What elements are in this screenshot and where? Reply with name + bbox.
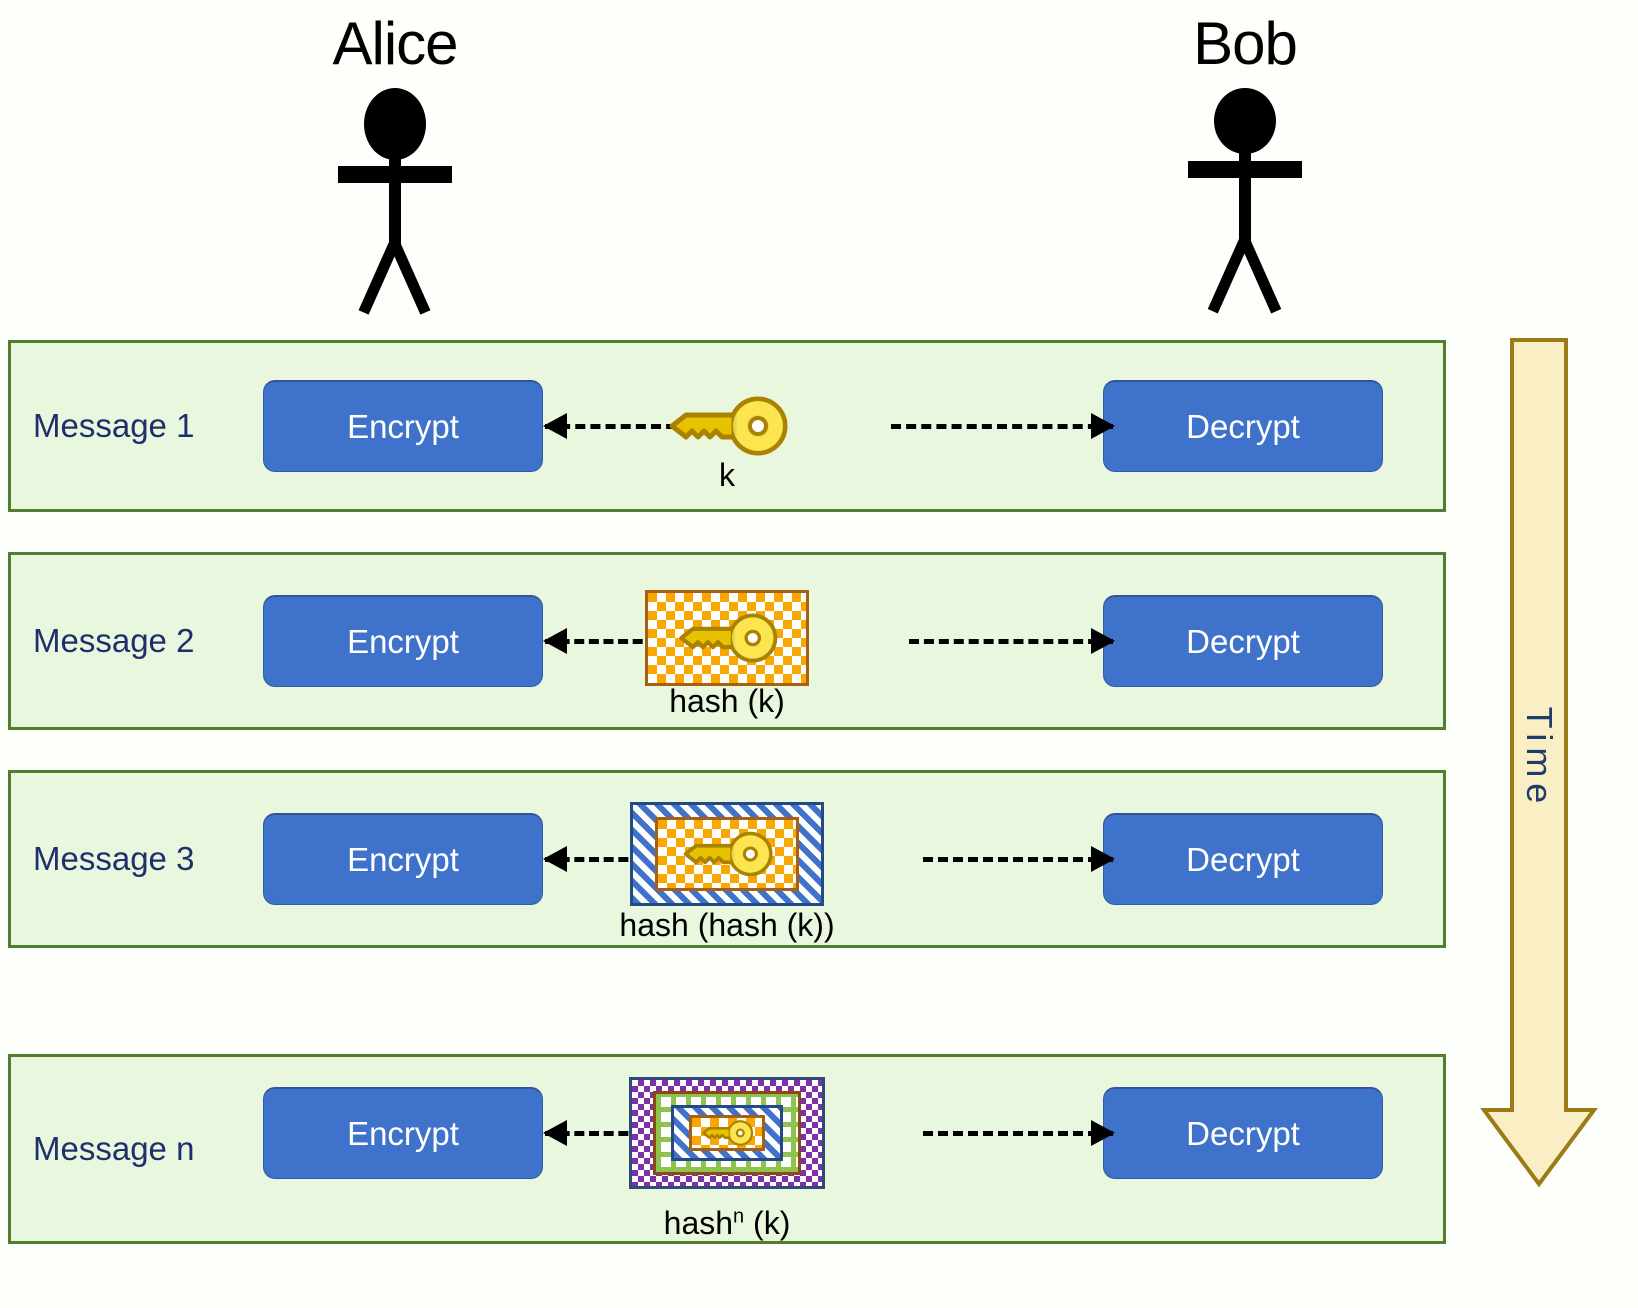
message-label: Message 3 [33, 840, 195, 877]
message-label: Message 2 [33, 622, 195, 659]
payload-hashed-key [645, 589, 809, 686]
hash-layer-blue-diagonal [671, 1105, 783, 1161]
message-row: Message 2 Encrypt Decrypt hash (k) [8, 552, 1446, 730]
encrypt-box[interactable]: Encrypt [263, 595, 543, 687]
dashed-line [909, 639, 1113, 644]
hash-layer-green-grid [653, 1091, 801, 1175]
figure-arms [338, 166, 452, 183]
key-icon [702, 1120, 754, 1146]
dashed-line [891, 424, 1113, 429]
decrypt-box[interactable]: Decrypt [1103, 595, 1383, 687]
payload-caption: hashn (k) [664, 1205, 791, 1242]
decrypt-box[interactable]: Decrypt [1103, 380, 1383, 472]
encrypt-box[interactable]: Encrypt [263, 813, 543, 905]
payload-caption: hash (k) [669, 683, 785, 720]
actor-name-bob: Bob [1193, 10, 1298, 77]
encrypt-box[interactable]: Encrypt [263, 380, 543, 472]
payload-hashed-key [630, 801, 824, 906]
stick-figure-icon [315, 88, 475, 315]
message-row: Message 3 Encrypt Decrypt hash (hash (k)… [8, 770, 1446, 948]
message-row: Message 1 Encrypt Decrypt k [8, 340, 1446, 512]
figure-head [1214, 88, 1276, 154]
decrypt-box[interactable]: Decrypt [1103, 1087, 1383, 1179]
payload-caption-superscript: n [733, 1205, 745, 1228]
hash-layer-purple-checker [629, 1077, 825, 1189]
figure-head [364, 88, 426, 160]
payload-caption-text: hash (k) [669, 683, 785, 719]
message-label: Message 1 [33, 407, 195, 444]
dashed-line [923, 857, 1113, 862]
payload-caption-text: k [719, 457, 735, 493]
figure-leg-right [389, 240, 431, 315]
time-axis: Time [1480, 338, 1598, 1258]
figure-arms [1188, 161, 1302, 178]
dashed-line [923, 1131, 1113, 1136]
payload-hashed-key [629, 1077, 825, 1189]
key-icon [679, 613, 778, 663]
encrypt-box[interactable]: Encrypt [263, 1087, 543, 1179]
message-row: Message n Encrypt Decrypt hashn (k) [8, 1054, 1446, 1244]
payload-caption-text: hash (hash (k)) [619, 907, 835, 943]
arrowhead-right [1091, 846, 1115, 872]
payload-caption: k [719, 457, 735, 494]
time-axis-label: Time [1519, 706, 1560, 810]
hash-layer-orange-checker [655, 816, 799, 891]
message-label: Message n [33, 1130, 195, 1167]
key-icon [669, 396, 788, 456]
diagram-canvas: Alice Bob Message 1 Encrypt Decrypt k Me… [0, 0, 1638, 1308]
hash-layer-orange-checker [689, 1115, 765, 1151]
arrowhead-right [1091, 628, 1115, 654]
actor-name-alice: Alice [332, 10, 458, 77]
payload-caption-text: hash [663, 1205, 734, 1241]
hash-layer-blue-diagonal [630, 801, 824, 906]
arrowhead-right [1091, 1120, 1115, 1146]
actor-bob: Bob [1095, 10, 1395, 314]
key-icon [683, 831, 773, 877]
arrowhead-right [1091, 413, 1115, 439]
payload-key [662, 391, 792, 461]
decrypt-box[interactable]: Decrypt [1103, 813, 1383, 905]
stick-figure-icon [1165, 88, 1325, 314]
actor-alice: Alice [245, 10, 545, 315]
payload-caption-tail: (k) [744, 1205, 791, 1241]
hash-layer-orange-checker [645, 589, 809, 686]
payload-caption: hash (hash (k)) [619, 907, 834, 944]
figure-leg-right [1239, 237, 1282, 314]
